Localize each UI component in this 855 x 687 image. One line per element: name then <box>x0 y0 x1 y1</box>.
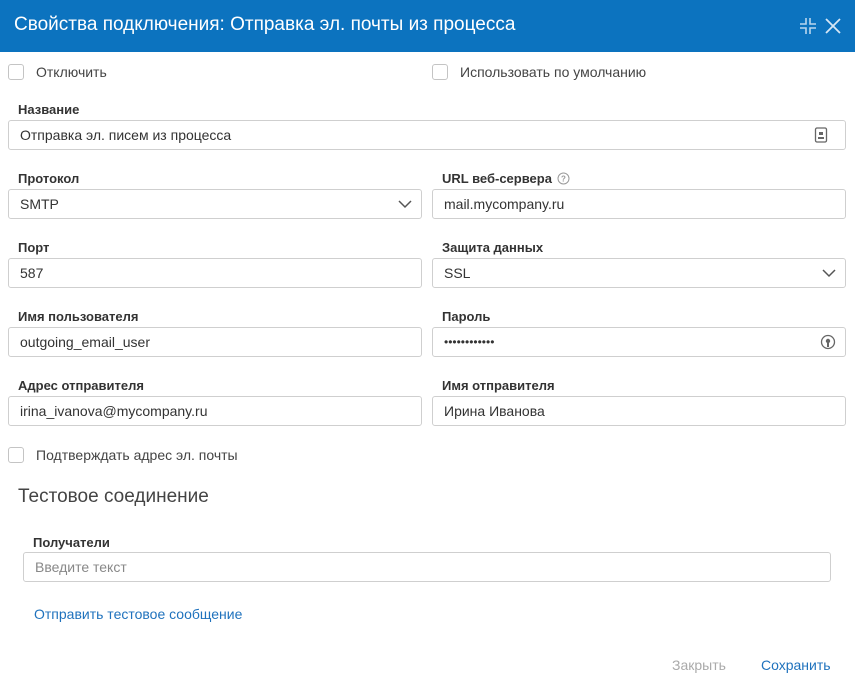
test-connection-title: Тестовое соединение <box>18 486 209 507</box>
disable-checkbox-label: Отключить <box>36 64 107 80</box>
sender-name-label: Имя отправителя <box>442 378 555 393</box>
chevron-down-icon[interactable] <box>397 196 413 212</box>
server-url-label: URL веб-сервера <box>442 171 552 186</box>
help-icon[interactable]: ? <box>557 172 570 185</box>
recipients-label: Получатели <box>33 535 110 550</box>
collapse-icon[interactable] <box>797 15 819 37</box>
use-default-checkbox[interactable] <box>432 64 448 80</box>
name-label: Название <box>18 102 80 117</box>
protocol-value: SMTP <box>20 196 59 212</box>
confirm-email-checkbox[interactable] <box>8 447 24 463</box>
port-field[interactable]: 587 <box>8 258 422 288</box>
username-field[interactable]: outgoing_email_user <box>8 327 422 357</box>
password-field[interactable]: •••••••••••• <box>432 327 846 357</box>
port-label: Порт <box>18 240 50 255</box>
use-default-checkbox-row[interactable]: Использовать по умолчанию <box>432 62 646 82</box>
chevron-down-icon[interactable] <box>821 265 837 281</box>
confirm-email-checkbox-row[interactable]: Подтверждать адрес эл. почты <box>8 445 238 465</box>
security-label: Защита данных <box>442 240 544 255</box>
sender-name-field[interactable]: Ирина Иванова <box>432 396 846 426</box>
server-url-value: mail.mycompany.ru <box>444 196 565 212</box>
server-url-label-row: URL веб-сервера ? <box>442 171 570 186</box>
sender-name-value: Ирина Иванова <box>444 403 545 419</box>
username-label: Имя пользователя <box>18 309 139 324</box>
dialog-title: Свойства подключения: Отправка эл. почты… <box>14 14 516 35</box>
security-value: SSL <box>444 265 471 281</box>
protocol-label: Протокол <box>18 171 80 186</box>
port-value: 587 <box>20 265 44 281</box>
name-value: Отправка эл. писем из процесса <box>20 127 232 143</box>
password-value: •••••••••••• <box>444 335 495 349</box>
sender-address-label: Адрес отправителя <box>18 378 144 393</box>
localization-icon[interactable] <box>813 127 829 143</box>
use-default-checkbox-label: Использовать по умолчанию <box>460 64 647 80</box>
save-button[interactable]: Сохранить <box>761 657 831 673</box>
send-test-message-link[interactable]: Отправить тестовое сообщение <box>34 606 242 622</box>
disable-checkbox-row[interactable]: Отключить <box>8 62 107 82</box>
name-field[interactable]: Отправка эл. писем из процесса <box>8 120 846 150</box>
svg-text:?: ? <box>561 175 566 184</box>
password-label: Пароль <box>442 309 491 324</box>
protocol-select[interactable]: SMTP <box>8 189 422 219</box>
confirm-email-checkbox-label: Подтверждать адрес эл. почты <box>36 447 238 463</box>
disable-checkbox[interactable] <box>8 64 24 80</box>
recipients-input[interactable]: Введите текст <box>23 552 831 582</box>
username-value: outgoing_email_user <box>20 334 150 350</box>
close-icon[interactable] <box>822 15 844 37</box>
show-password-icon[interactable] <box>820 334 836 350</box>
sender-address-value: irina_ivanova@mycompany.ru <box>20 403 208 419</box>
security-select[interactable]: SSL <box>432 258 846 288</box>
recipients-placeholder: Введите текст <box>35 559 127 575</box>
sender-address-field[interactable]: irina_ivanova@mycompany.ru <box>8 396 422 426</box>
close-button[interactable]: Закрыть <box>672 657 726 673</box>
dialog-header: Свойства подключения: Отправка эл. почты… <box>0 0 855 52</box>
server-url-field[interactable]: mail.mycompany.ru <box>432 189 846 219</box>
